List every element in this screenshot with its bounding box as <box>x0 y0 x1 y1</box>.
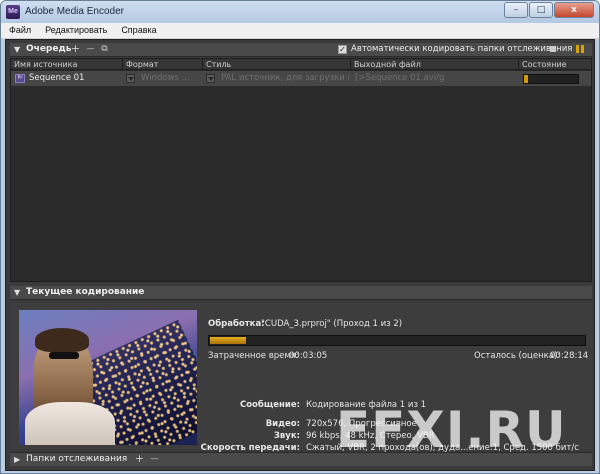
column-status[interactable]: Состояние <box>519 59 591 70</box>
menu-bar: Файл Редактировать Справка <box>1 23 599 39</box>
column-source-name[interactable]: Имя источника <box>11 59 123 70</box>
pause-queue-button[interactable] <box>574 44 586 55</box>
output-file-link[interactable]: [>Sequence 01.avi/g <box>355 73 515 84</box>
encoding-progress-bar <box>208 335 586 346</box>
column-output-file[interactable]: Выходной файл <box>351 59 519 70</box>
source-name: Sequence 01 <box>29 73 85 83</box>
window-title: Adobe Media Encoder <box>25 6 124 17</box>
processing-value: "CUDA_3.prproj" (Проход 1 из 2) <box>261 319 403 329</box>
add-source-button[interactable]: + <box>70 43 81 55</box>
preset-value[interactable]: PAL источник, для загрузки с... <box>221 73 349 84</box>
stop-queue-button[interactable] <box>547 44 559 55</box>
watch-folders-title: Папки отслеживания <box>26 454 128 464</box>
collapse-arrow-icon[interactable]: ▼ <box>14 288 20 297</box>
video-label: Видео: <box>265 419 300 429</box>
expand-arrow-icon[interactable]: ▶ <box>14 455 20 464</box>
title-bar: Me Adobe Media Encoder – □ x <box>1 1 599 23</box>
format-dropdown-arrow-icon[interactable] <box>126 74 135 83</box>
premiere-project-icon: Pr <box>15 74 25 83</box>
duplicate-button[interactable]: ⧉ <box>99 44 110 55</box>
column-format[interactable]: Формат <box>123 59 203 70</box>
encoding-panel-header: ▼ Текущее кодирование <box>10 286 592 300</box>
column-preset[interactable]: Стиль <box>203 59 351 70</box>
menu-file[interactable]: Файл <box>1 23 37 38</box>
minimize-button[interactable]: – <box>504 2 528 18</box>
menu-help[interactable]: Справка <box>113 23 162 38</box>
preview-hair <box>35 328 89 352</box>
encoding-title: Текущее кодирование <box>26 287 145 297</box>
site-watermark: EFXI.RU <box>336 401 567 459</box>
remove-source-button[interactable]: — <box>85 44 96 55</box>
encoding-progress-fill <box>210 337 246 344</box>
queue-panel-header: ▼ Очередь + — ⧉ ✓ Автоматически кодирова… <box>10 43 592 57</box>
maximize-button[interactable]: □ <box>529 2 553 18</box>
remove-watch-folder-button[interactable]: — <box>149 454 160 465</box>
processing-label: Обработка: <box>208 319 265 329</box>
video-preview <box>19 310 197 445</box>
menu-edit[interactable]: Редактировать <box>37 23 113 38</box>
collapse-arrow-icon[interactable]: ▼ <box>14 45 20 54</box>
preview-sunglasses <box>49 352 79 359</box>
queue-title: Очередь <box>26 44 72 54</box>
remaining-value: 00:28:14 <box>550 351 589 361</box>
queue-list: Имя источника Формат Стиль Выходной файл… <box>10 58 592 282</box>
preview-shirt <box>25 402 115 445</box>
window-controls: – □ x <box>504 2 594 18</box>
app-window: Me Adobe Media Encoder – □ x Файл Редакт… <box>0 0 600 474</box>
format-value[interactable]: Windows ... <box>141 73 199 84</box>
elapsed-value: 00:03:05 <box>289 351 328 361</box>
add-watch-folder-button[interactable]: + <box>134 453 145 465</box>
item-status-fill <box>524 75 528 83</box>
media-encoder-app-icon: Me <box>6 5 20 19</box>
close-button[interactable]: x <box>554 2 594 18</box>
auto-encode-label: Автоматически кодировать папки отслежива… <box>351 44 573 54</box>
audio-label: Звук: <box>273 431 300 441</box>
queue-column-headers: Имя источника Формат Стиль Выходной файл… <box>11 59 591 70</box>
message-label: Сообщение: <box>239 400 300 410</box>
item-status-progress <box>523 74 579 84</box>
queue-item-row[interactable]: Pr Sequence 01 Windows ... PAL источник,… <box>11 71 591 86</box>
preset-dropdown-arrow-icon[interactable] <box>206 74 215 83</box>
auto-encode-checkbox[interactable]: ✓ <box>338 45 347 54</box>
elapsed-label: Затраченное время: <box>208 351 299 361</box>
remaining-label: Осталось (оценка): <box>474 351 561 361</box>
